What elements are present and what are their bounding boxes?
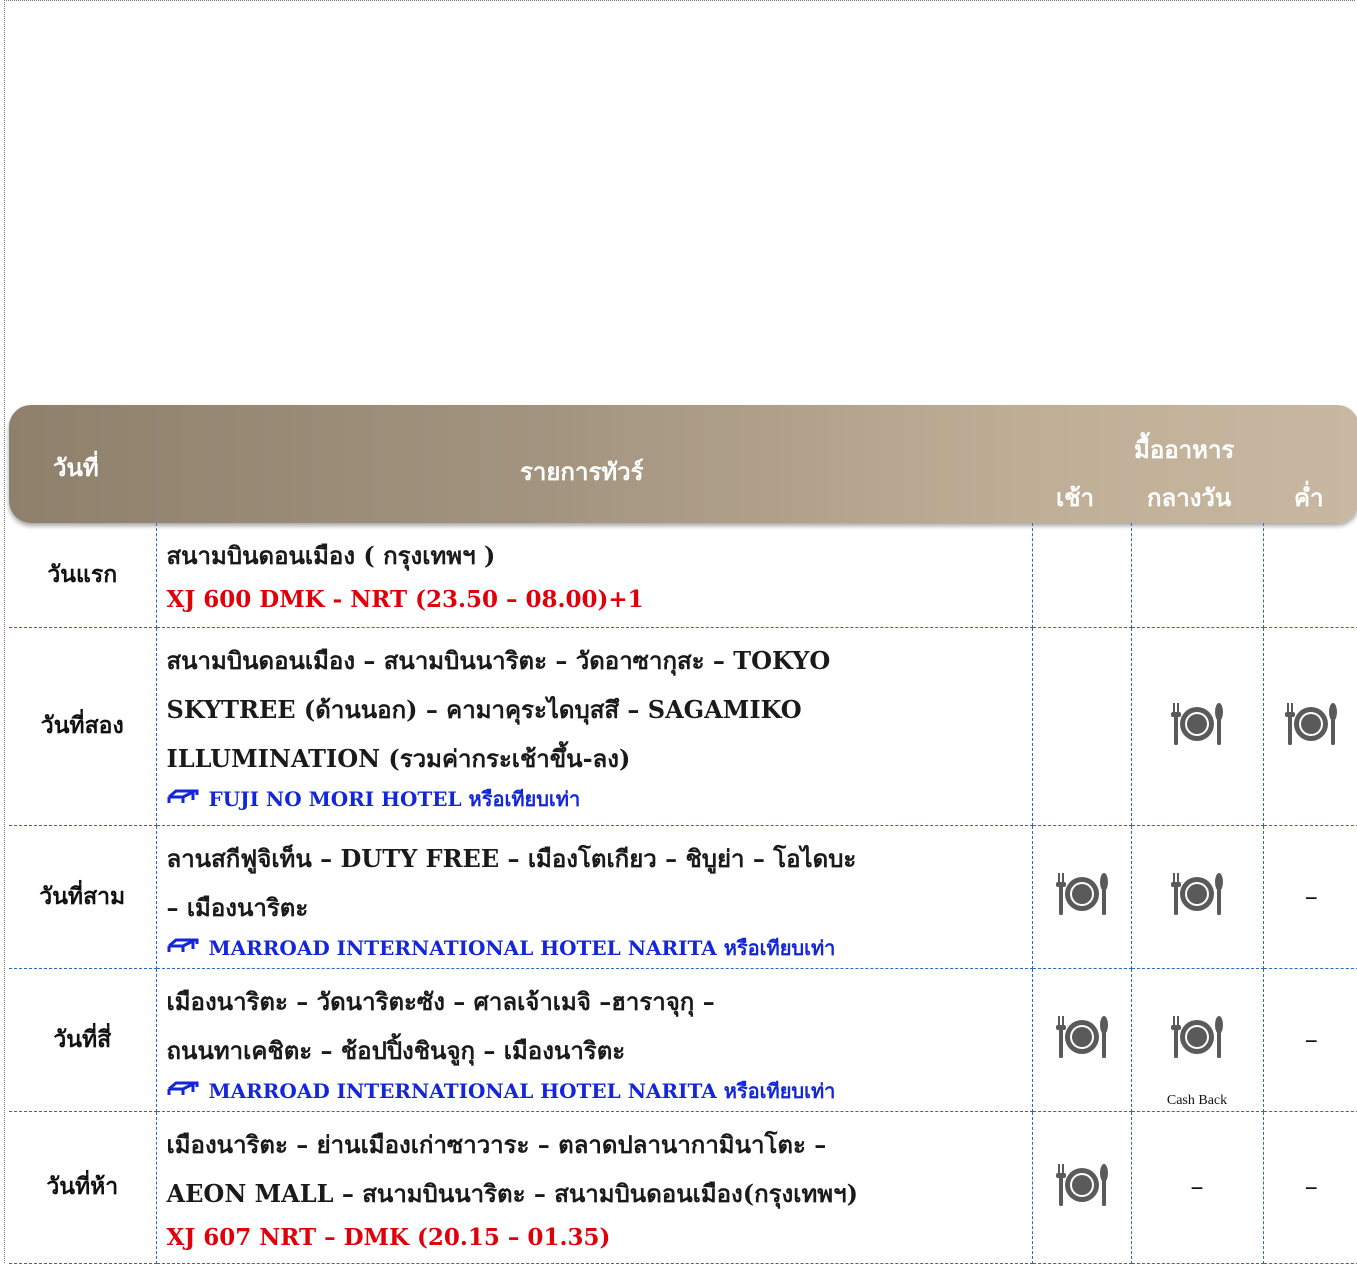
program-cell: สนามบินดอนเมือง – สนามบินนาริตะ – วัดอาซ… [156, 627, 1033, 826]
dinner-cell [1263, 523, 1357, 628]
program-line: สนามบินดอนเมือง – สนามบินนาริตะ – วัดอาซ… [166, 645, 831, 675]
breakfast-cell [1032, 523, 1132, 628]
itinerary-table: วันแรก สนามบินดอนเมือง ( กรุงเทพฯ ) XJ 6… [9, 523, 1357, 1264]
breakfast-cell [1032, 1111, 1132, 1264]
program-line: เมืองนาริตะ – วัดนาริตะซัง – ศาลเจ้าเมจิ… [166, 986, 715, 1016]
cash-back-note: Cash Back [1166, 1092, 1228, 1108]
hotel-name: MARROAD INTERNATIONAL HOTEL NARITA หรือเ… [208, 1078, 836, 1103]
program-column-header: รายการทัวร์ [520, 458, 644, 486]
program-line: ILLUMINATION (รวมค่ากระเช้าขึ้น-ลง) [166, 743, 631, 773]
plate-cutlery-icon [1283, 695, 1339, 758]
bed-icon [167, 1075, 201, 1107]
breakfast-header: เช้า [1056, 484, 1094, 512]
lunch-cell: Cash Back [1131, 968, 1264, 1112]
day-column-header: วันที่ [53, 454, 99, 482]
flight-info: XJ 600 DMK - NRT (23.50 – 08.00)+1 [166, 586, 644, 613]
hotel-line: MARROAD INTERNATIONAL HOTEL NARITA หรือเ… [167, 1075, 1026, 1107]
dinner-cell [1263, 627, 1357, 826]
bed-icon [167, 783, 201, 815]
hotel-line: MARROAD INTERNATIONAL HOTEL NARITA หรือเ… [167, 932, 1026, 964]
dinner-cell: – [1263, 1111, 1357, 1264]
plate-cutlery-icon [1054, 1156, 1110, 1219]
day-cell: วันที่ห้า [9, 1111, 157, 1264]
dinner-cell: – [1263, 825, 1357, 969]
breakfast-cell [1032, 627, 1132, 826]
hotel-name: FUJI NO MORI HOTEL หรือเทียบเท่า [208, 786, 581, 811]
program-line: – เมืองนาริตะ [166, 892, 309, 922]
day-cell: วันแรก [9, 523, 157, 628]
program-line: สนามบินดอนเมือง ( กรุงเทพฯ ) [166, 541, 496, 570]
table-row: วันที่สอง สนามบินดอนเมือง – สนามบินนาริต… [9, 627, 1357, 826]
table-row: วันที่สาม ลานสกีฟูจิเท็น – DUTY FREE – เ… [9, 825, 1357, 969]
day-cell: วันที่สอง [9, 627, 157, 826]
plate-cutlery-icon [1169, 865, 1225, 928]
program-line: ลานสกีฟูจิเท็น – DUTY FREE – เมืองโตเกีย… [166, 843, 857, 873]
dinner-cell: – [1263, 968, 1357, 1112]
lunch-cell [1131, 523, 1264, 628]
table-row: วันแรก สนามบินดอนเมือง ( กรุงเทพฯ ) XJ 6… [9, 523, 1357, 628]
lunch-cell: – [1131, 1111, 1264, 1264]
lunch-header: กลางวัน [1147, 484, 1232, 512]
plate-cutlery-icon [1169, 695, 1225, 758]
table-row: วันที่ห้า เมืองนาริตะ – ย่านเมืองเก่าซาว… [9, 1111, 1357, 1264]
plate-cutlery-icon [1169, 1008, 1225, 1071]
meals-column-header: มื้ออาหาร [1134, 436, 1235, 464]
lunch-cell [1131, 825, 1264, 969]
hotel-line: FUJI NO MORI HOTEL หรือเทียบเท่า [167, 783, 1026, 815]
bed-icon [167, 932, 201, 964]
breakfast-cell [1032, 968, 1132, 1112]
program-line: SKYTREE (ด้านนอก) – คามาคุระไดบุสสึ – SA… [166, 694, 802, 724]
day-cell: วันที่สี่ [9, 968, 157, 1112]
breakfast-cell [1032, 825, 1132, 969]
table-header: วันที่ รายการทัวร์ มื้ออาหาร เช้า กลางวั… [9, 405, 1357, 523]
program-cell: ลานสกีฟูจิเท็น – DUTY FREE – เมืองโตเกีย… [156, 825, 1033, 969]
program-cell: สนามบินดอนเมือง ( กรุงเทพฯ ) XJ 600 DMK … [156, 523, 1033, 628]
table-row: วันที่สี่ เมืองนาริตะ – วัดนาริตะซัง – ศ… [9, 968, 1357, 1112]
plate-cutlery-icon [1054, 865, 1110, 928]
program-cell: เมืองนาริตะ – วัดนาริตะซัง – ศาลเจ้าเมจิ… [156, 968, 1033, 1112]
lunch-cell [1131, 627, 1264, 826]
plate-cutlery-icon [1054, 1008, 1110, 1071]
program-line: เมืองนาริตะ – ย่านเมืองเก่าซาวาระ – ตลาด… [166, 1129, 827, 1159]
day-cell: วันที่สาม [9, 825, 157, 969]
flight-info: XJ 607 NRT – DMK (20.15 – 01.35) [166, 1223, 611, 1251]
program-cell: เมืองนาริตะ – ย่านเมืองเก่าซาวาระ – ตลาด… [156, 1111, 1033, 1264]
hotel-name: MARROAD INTERNATIONAL HOTEL NARITA หรือเ… [208, 935, 836, 960]
program-line: ถนนทาเคชิตะ – ช้อปปิ้งชินจูกุ – เมืองนาร… [166, 1035, 626, 1065]
program-line: AEON MALL – สนามบินนาริตะ – สนามบินดอนเม… [166, 1178, 858, 1208]
dinner-header: ค่ำ [1294, 484, 1324, 512]
